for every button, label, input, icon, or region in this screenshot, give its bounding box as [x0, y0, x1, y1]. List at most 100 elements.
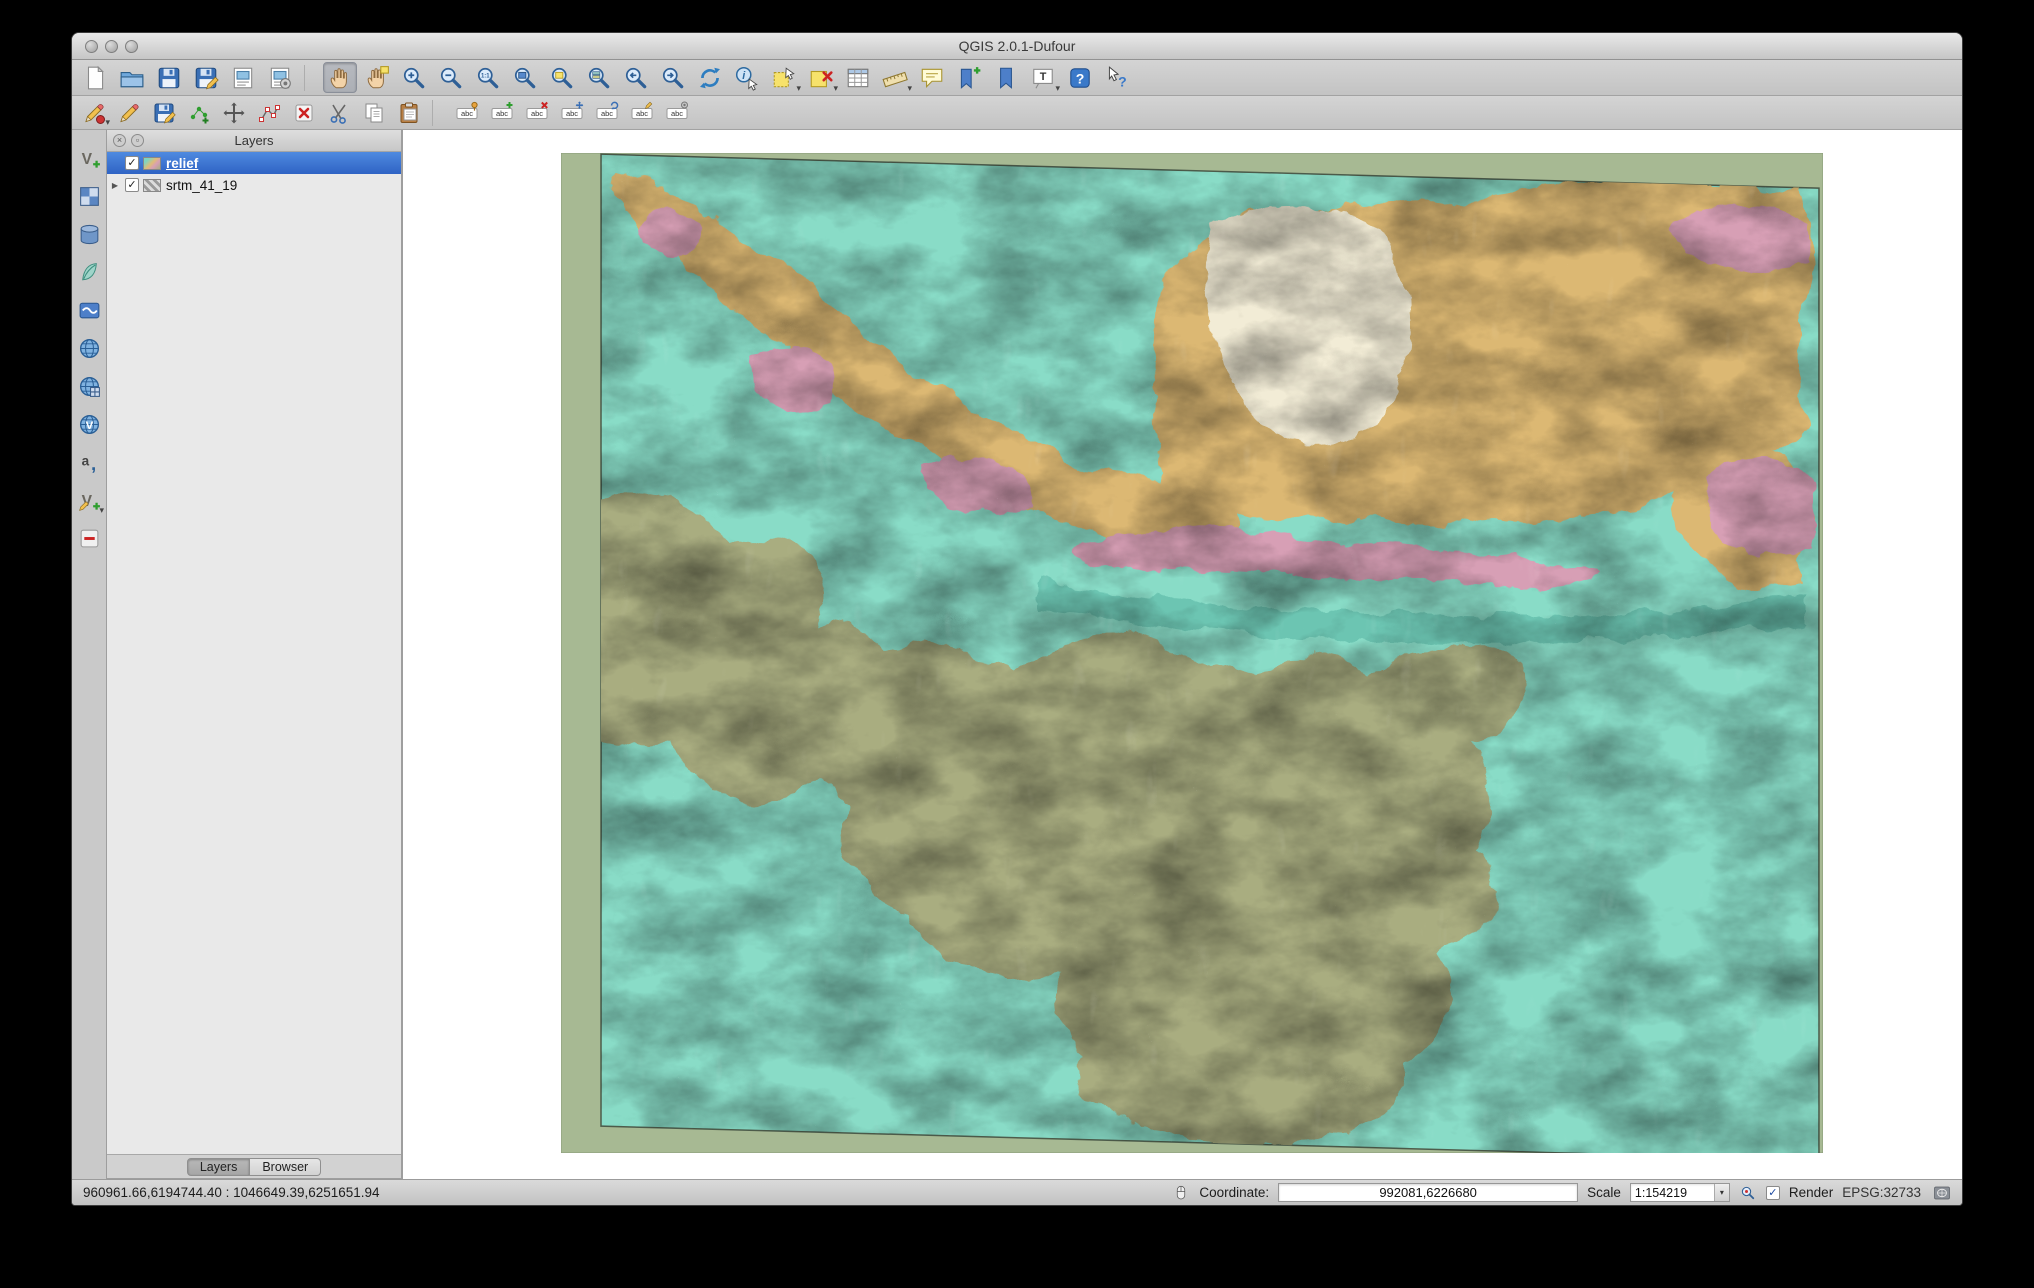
- scale-lock-icon[interactable]: [1739, 1184, 1757, 1202]
- add-wcs-layer-icon: [77, 374, 102, 399]
- move-feature-icon: [222, 101, 246, 125]
- text-annotation-icon: [1030, 65, 1056, 91]
- layer-checkbox[interactable]: ✓: [125, 156, 139, 170]
- measure-line-button[interactable]: ▾: [878, 62, 912, 93]
- add-postgis-layer-icon: [77, 222, 102, 247]
- move-feature-button[interactable]: [218, 98, 250, 127]
- crs-status-button[interactable]: [1930, 1183, 1954, 1203]
- dropdown-arrow-icon: ▾: [1055, 84, 1060, 93]
- zoom-next-button[interactable]: [656, 62, 690, 93]
- show-bookmarks-button[interactable]: [989, 62, 1023, 93]
- node-tool-button[interactable]: [253, 98, 285, 127]
- dropdown-arrow-icon: ▾: [796, 84, 801, 93]
- add-feature-button[interactable]: [183, 98, 215, 127]
- save-project-as-button[interactable]: [189, 62, 223, 93]
- zoom-to-layer-icon: [586, 65, 612, 91]
- zoom-native-icon: [475, 65, 501, 91]
- remove-layer-button[interactable]: [74, 524, 104, 553]
- pan-to-selection-icon: [364, 65, 390, 91]
- pin-labels-button[interactable]: [451, 98, 483, 127]
- add-raster-layer-button[interactable]: [74, 182, 104, 211]
- save-project-icon: [156, 65, 182, 91]
- tab-browser[interactable]: Browser: [250, 1158, 321, 1176]
- zoom-native-button[interactable]: [471, 62, 505, 93]
- status-bar: 960961.66,6194744.40 : 1046649.39,625165…: [72, 1179, 1962, 1205]
- select-features-button[interactable]: ▾: [767, 62, 801, 93]
- chevron-down-icon[interactable]: ▾: [1714, 1184, 1729, 1201]
- add-label-button[interactable]: [521, 98, 553, 127]
- render-checkbox[interactable]: ✓: [1766, 1186, 1780, 1200]
- deselect-features-button[interactable]: ▾: [804, 62, 838, 93]
- zoom-to-layer-button[interactable]: [582, 62, 616, 93]
- zoom-to-selection-button[interactable]: [545, 62, 579, 93]
- delete-selected-icon: [292, 101, 316, 125]
- zoom-last-button[interactable]: [619, 62, 653, 93]
- dropdown-arrow-icon: ▾: [833, 84, 838, 93]
- zoom-out-button[interactable]: [434, 62, 468, 93]
- new-bookmark-icon: [956, 65, 982, 91]
- zoom-full-icon: [512, 65, 538, 91]
- scale-combobox[interactable]: 1:154219 ▾: [1630, 1183, 1730, 1202]
- layer-label: srtm_41_19: [166, 178, 237, 193]
- new-bookmark-button[interactable]: [952, 62, 986, 93]
- identify-features-button[interactable]: [730, 62, 764, 93]
- layers-panel: × ▫ Layers ✓ relief ▶ ✓ srtm_41_19 Layer…: [106, 130, 402, 1179]
- move-label-button[interactable]: [556, 98, 588, 127]
- layer-list: ✓ relief ▶ ✓ srtm_41_19: [107, 152, 401, 196]
- new-shapefile-layer-button[interactable]: ▾: [74, 486, 104, 515]
- add-wcs-layer-button[interactable]: [74, 372, 104, 401]
- add-postgis-layer-button[interactable]: [74, 220, 104, 249]
- zoom-last-icon: [623, 65, 649, 91]
- layer-row-relief[interactable]: ✓ relief: [107, 152, 401, 174]
- add-spatialite-layer-button[interactable]: [74, 258, 104, 287]
- layer-checkbox[interactable]: ✓: [125, 178, 139, 192]
- rotate-label-button[interactable]: [591, 98, 623, 127]
- open-project-button[interactable]: [115, 62, 149, 93]
- pan-to-selection-button[interactable]: [360, 62, 394, 93]
- add-wfs-layer-button[interactable]: [74, 410, 104, 439]
- extents-readout: 960961.66,6194744.40 : 1046649.39,625165…: [83, 1180, 380, 1205]
- text-annotation-button[interactable]: ▾: [1026, 62, 1060, 93]
- add-mssql-layer-button[interactable]: [74, 296, 104, 325]
- layer-row-srtm[interactable]: ▶ ✓ srtm_41_19: [107, 174, 401, 196]
- add-vector-layer-button[interactable]: [74, 144, 104, 173]
- label-properties-button[interactable]: [661, 98, 693, 127]
- layers-panel-title: Layers: [107, 130, 401, 152]
- pan-map-button[interactable]: [323, 62, 357, 93]
- composer-manager-button[interactable]: [263, 62, 297, 93]
- zoom-to-selection-icon: [549, 65, 575, 91]
- zoom-in-button[interactable]: [397, 62, 431, 93]
- help-contents-button[interactable]: [1063, 62, 1097, 93]
- change-label-button[interactable]: [626, 98, 658, 127]
- coordinate-toggle-icon[interactable]: [1172, 1184, 1190, 1202]
- disclosure-triangle-icon[interactable]: ▶: [107, 181, 123, 190]
- fine-texture: [561, 153, 1823, 1153]
- save-layer-edits-button[interactable]: [148, 98, 180, 127]
- open-attribute-table-button[interactable]: [841, 62, 875, 93]
- zoom-full-button[interactable]: [508, 62, 542, 93]
- toggle-editing-button[interactable]: [113, 98, 145, 127]
- coordinate-input[interactable]: [1278, 1183, 1578, 1202]
- current-edits-button[interactable]: ▾: [78, 98, 110, 127]
- cut-features-button[interactable]: [323, 98, 355, 127]
- map-refresh-button[interactable]: [693, 62, 727, 93]
- whats-this-button[interactable]: [1100, 62, 1134, 93]
- new-project-button[interactable]: [78, 62, 112, 93]
- add-delimited-text-layer-button[interactable]: [74, 448, 104, 477]
- open-attribute-table-icon: [845, 65, 871, 91]
- map-canvas[interactable]: [402, 130, 1962, 1179]
- paste-features-button[interactable]: [393, 98, 425, 127]
- crs-badge-icon: [1933, 1184, 1951, 1202]
- copy-features-button[interactable]: [358, 98, 390, 127]
- new-print-composer-button[interactable]: [226, 62, 260, 93]
- add-delimited-text-layer-icon: [77, 450, 102, 475]
- save-project-button[interactable]: [152, 62, 186, 93]
- map-tips-button[interactable]: [915, 62, 949, 93]
- tab-layers[interactable]: Layers: [187, 1158, 251, 1176]
- open-project-icon: [119, 65, 145, 91]
- highlight-pinned-labels-button[interactable]: [486, 98, 518, 127]
- deselect-features-icon: [808, 65, 834, 91]
- delete-selected-button[interactable]: [288, 98, 320, 127]
- add-wms-layer-button[interactable]: [74, 334, 104, 363]
- relief-map-image: [561, 153, 1823, 1153]
